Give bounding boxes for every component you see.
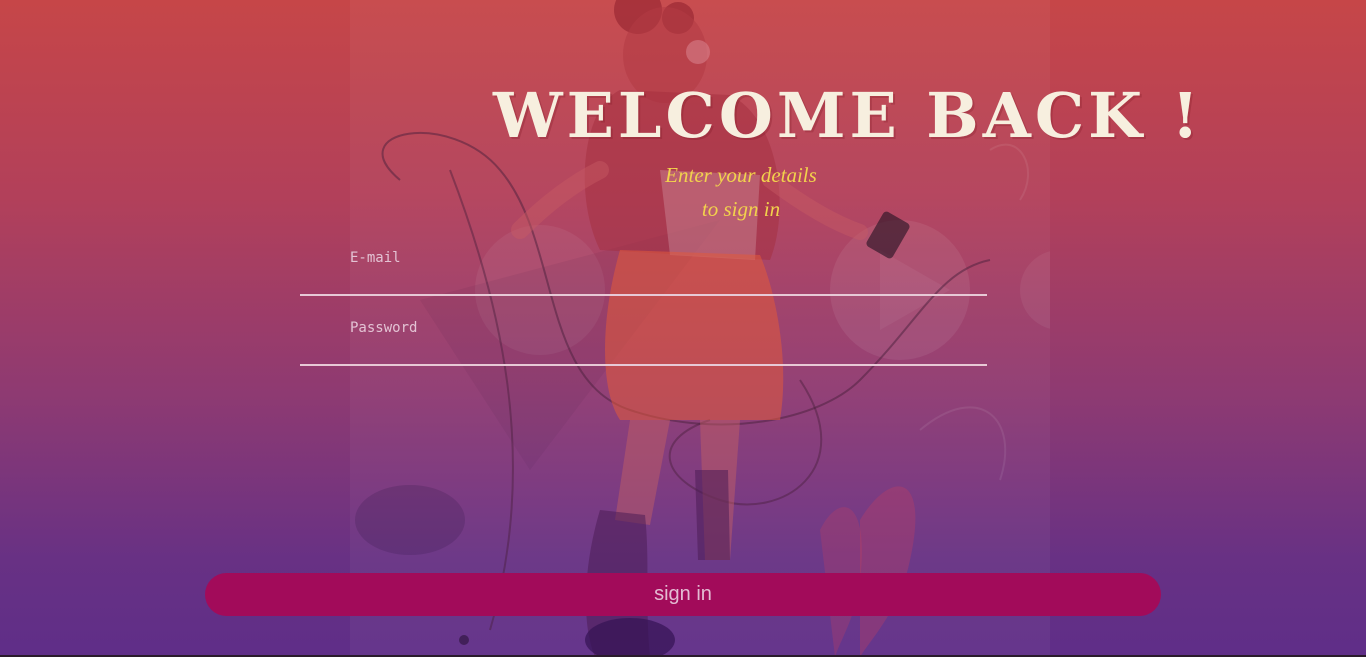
email-field[interactable] [300,244,987,296]
password-field[interactable] [300,314,987,366]
subtitle: Enter your details to sign in [600,158,882,226]
sign-in-button[interactable]: sign in [205,573,1161,616]
subtitle-line-1: Enter your details [665,163,817,187]
page-title: WELCOME BACK ! [493,79,1203,152]
subtitle-line-2: to sign in [701,197,781,221]
